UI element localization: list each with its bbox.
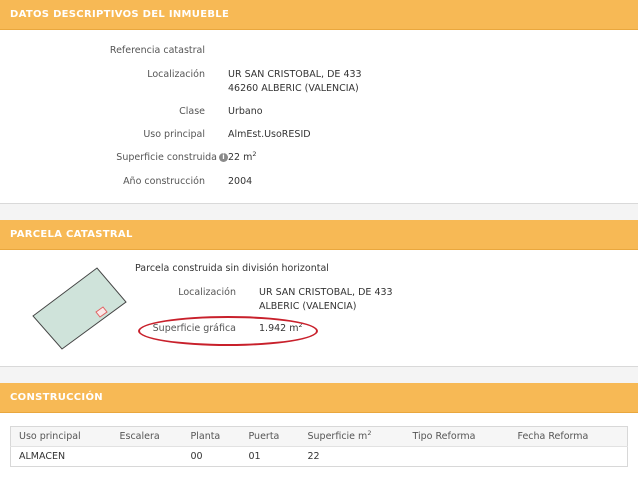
- col-uso-principal: Uso principal: [10, 426, 112, 447]
- col-tipo-reforma: Tipo Reforma: [404, 426, 510, 447]
- cell-planta: 00: [190, 451, 203, 462]
- cell-tipo-reforma: [405, 447, 510, 467]
- parcel-shape: [32, 267, 127, 350]
- cell-puerta: 01: [248, 451, 261, 462]
- construccion-section-title: CONSTRUCCIÓN: [10, 392, 103, 403]
- cell-uso-principal: ALMACEN: [19, 451, 66, 462]
- table-row: ALMACEN 00 01 22: [11, 447, 628, 467]
- highlight-ellipse: [138, 316, 318, 346]
- parcela-subtitle: Parcela construida sin división horizont…: [135, 263, 329, 274]
- parcela-section-header: PARCELA CATASTRAL: [0, 220, 638, 250]
- cell-escalera: [112, 447, 183, 467]
- clase-label: Clase: [179, 106, 205, 117]
- col-superficie-exp: 2: [367, 428, 372, 437]
- localizacion-value: UR SAN CRISTOBAL, DE 433 46260 ALBERIC (…: [228, 68, 362, 96]
- localizacion-line2: 46260 ALBERIC (VALENCIA): [228, 83, 359, 94]
- anio-construccion-label: Año construcción: [123, 176, 205, 187]
- inmueble-section-title: DATOS DESCRIPTIVOS DEL INMUEBLE: [10, 9, 230, 20]
- referencia-label: Referencia catastral: [109, 45, 205, 56]
- construccion-table: Uso principal Escalera Planta Puerta Sup…: [10, 426, 628, 467]
- superficie-construida-value: 22 m2: [228, 151, 257, 165]
- info-icon[interactable]: i: [219, 153, 228, 162]
- parcela-panel: Parcela construida sin división horizont…: [0, 250, 638, 367]
- col-puerta: Puerta: [240, 426, 300, 447]
- parcela-localizacion-value: UR SAN CRISTOBAL, DE 433 ALBERIC (VALENC…: [259, 286, 393, 314]
- uso-principal-value: AlmEst.UsoRESID: [228, 129, 311, 140]
- parcela-localizacion-label: Localización: [178, 287, 236, 298]
- parcela-localizacion-line1: UR SAN CRISTOBAL, DE 433: [259, 287, 393, 298]
- construccion-section-header: CONSTRUCCIÓN: [0, 383, 638, 413]
- col-superficie: Superficie m2: [299, 426, 405, 447]
- col-planta: Planta: [182, 426, 241, 447]
- table-header-row: Uso principal Escalera Planta Puerta Sup…: [10, 426, 628, 447]
- superficie-construida-number: 22 m: [228, 152, 253, 163]
- parcela-localizacion-line2: ALBERIC (VALENCIA): [259, 301, 357, 312]
- col-escalera: Escalera: [111, 426, 183, 447]
- parcela-section-title: PARCELA CATASTRAL: [10, 229, 133, 240]
- col-fecha-reforma: Fecha Reforma: [509, 426, 628, 447]
- localizacion-label: Localización: [147, 69, 205, 80]
- clase-value: Urbano: [228, 106, 263, 117]
- localizacion-line1: UR SAN CRISTOBAL, DE 433: [228, 69, 362, 80]
- inmueble-panel: Referencia catastral Localización UR SAN…: [0, 30, 638, 204]
- uso-principal-label: Uso principal: [143, 129, 205, 140]
- superficie-construida-label: Superficie construida: [116, 152, 217, 163]
- section-gap-2: [0, 367, 638, 383]
- cell-fecha-reforma: [510, 447, 628, 467]
- section-gap: [0, 204, 638, 220]
- superficie-construida-exp: 2: [252, 149, 257, 158]
- anio-construccion-value: 2004: [228, 176, 253, 187]
- col-superficie-label: Superficie m: [307, 431, 368, 442]
- cell-superficie: 22: [307, 451, 320, 462]
- parcel-map[interactable]: [30, 266, 130, 352]
- inmueble-section-header: DATOS DESCRIPTIVOS DEL INMUEBLE: [0, 0, 638, 30]
